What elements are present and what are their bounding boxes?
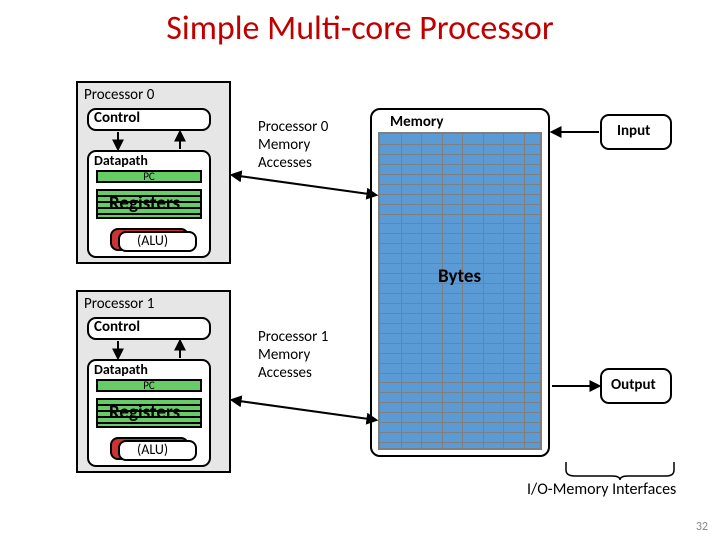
processor-0-label: Processor 0 <box>84 86 154 104</box>
proc0-alu-label: (ALU) <box>137 232 168 249</box>
slide-title: Simple Multi-core Processor <box>0 8 720 49</box>
memory-label: Memory <box>390 113 443 131</box>
output-label: Output <box>611 376 656 394</box>
memory-grid <box>378 132 542 450</box>
proc1-memacc-label: Processor 1 Memory Accesses <box>258 328 328 382</box>
proc0-datapath-label: Datapath <box>94 152 148 169</box>
proc1-control-label: Control <box>94 318 140 336</box>
bytes-label: Bytes <box>438 265 481 288</box>
proc0-memacc-label: Processor 0 Memory Accesses <box>258 118 328 172</box>
proc1-alu-label: (ALU) <box>137 441 168 458</box>
proc0-registers-box <box>96 189 202 219</box>
proc1-pc-box: PC <box>96 379 202 392</box>
proc0-control-label: Control <box>94 109 140 127</box>
proc0-pc-box: PC <box>96 170 202 183</box>
io-mem-interfaces-label: I/O-Memory Interfaces <box>527 480 676 499</box>
proc1-registers-box <box>96 398 202 428</box>
proc1-datapath-label: Datapath <box>94 361 148 378</box>
processor-1-label: Processor 1 <box>84 295 154 313</box>
page-number: 32 <box>696 520 708 534</box>
input-label: Input <box>617 122 650 140</box>
